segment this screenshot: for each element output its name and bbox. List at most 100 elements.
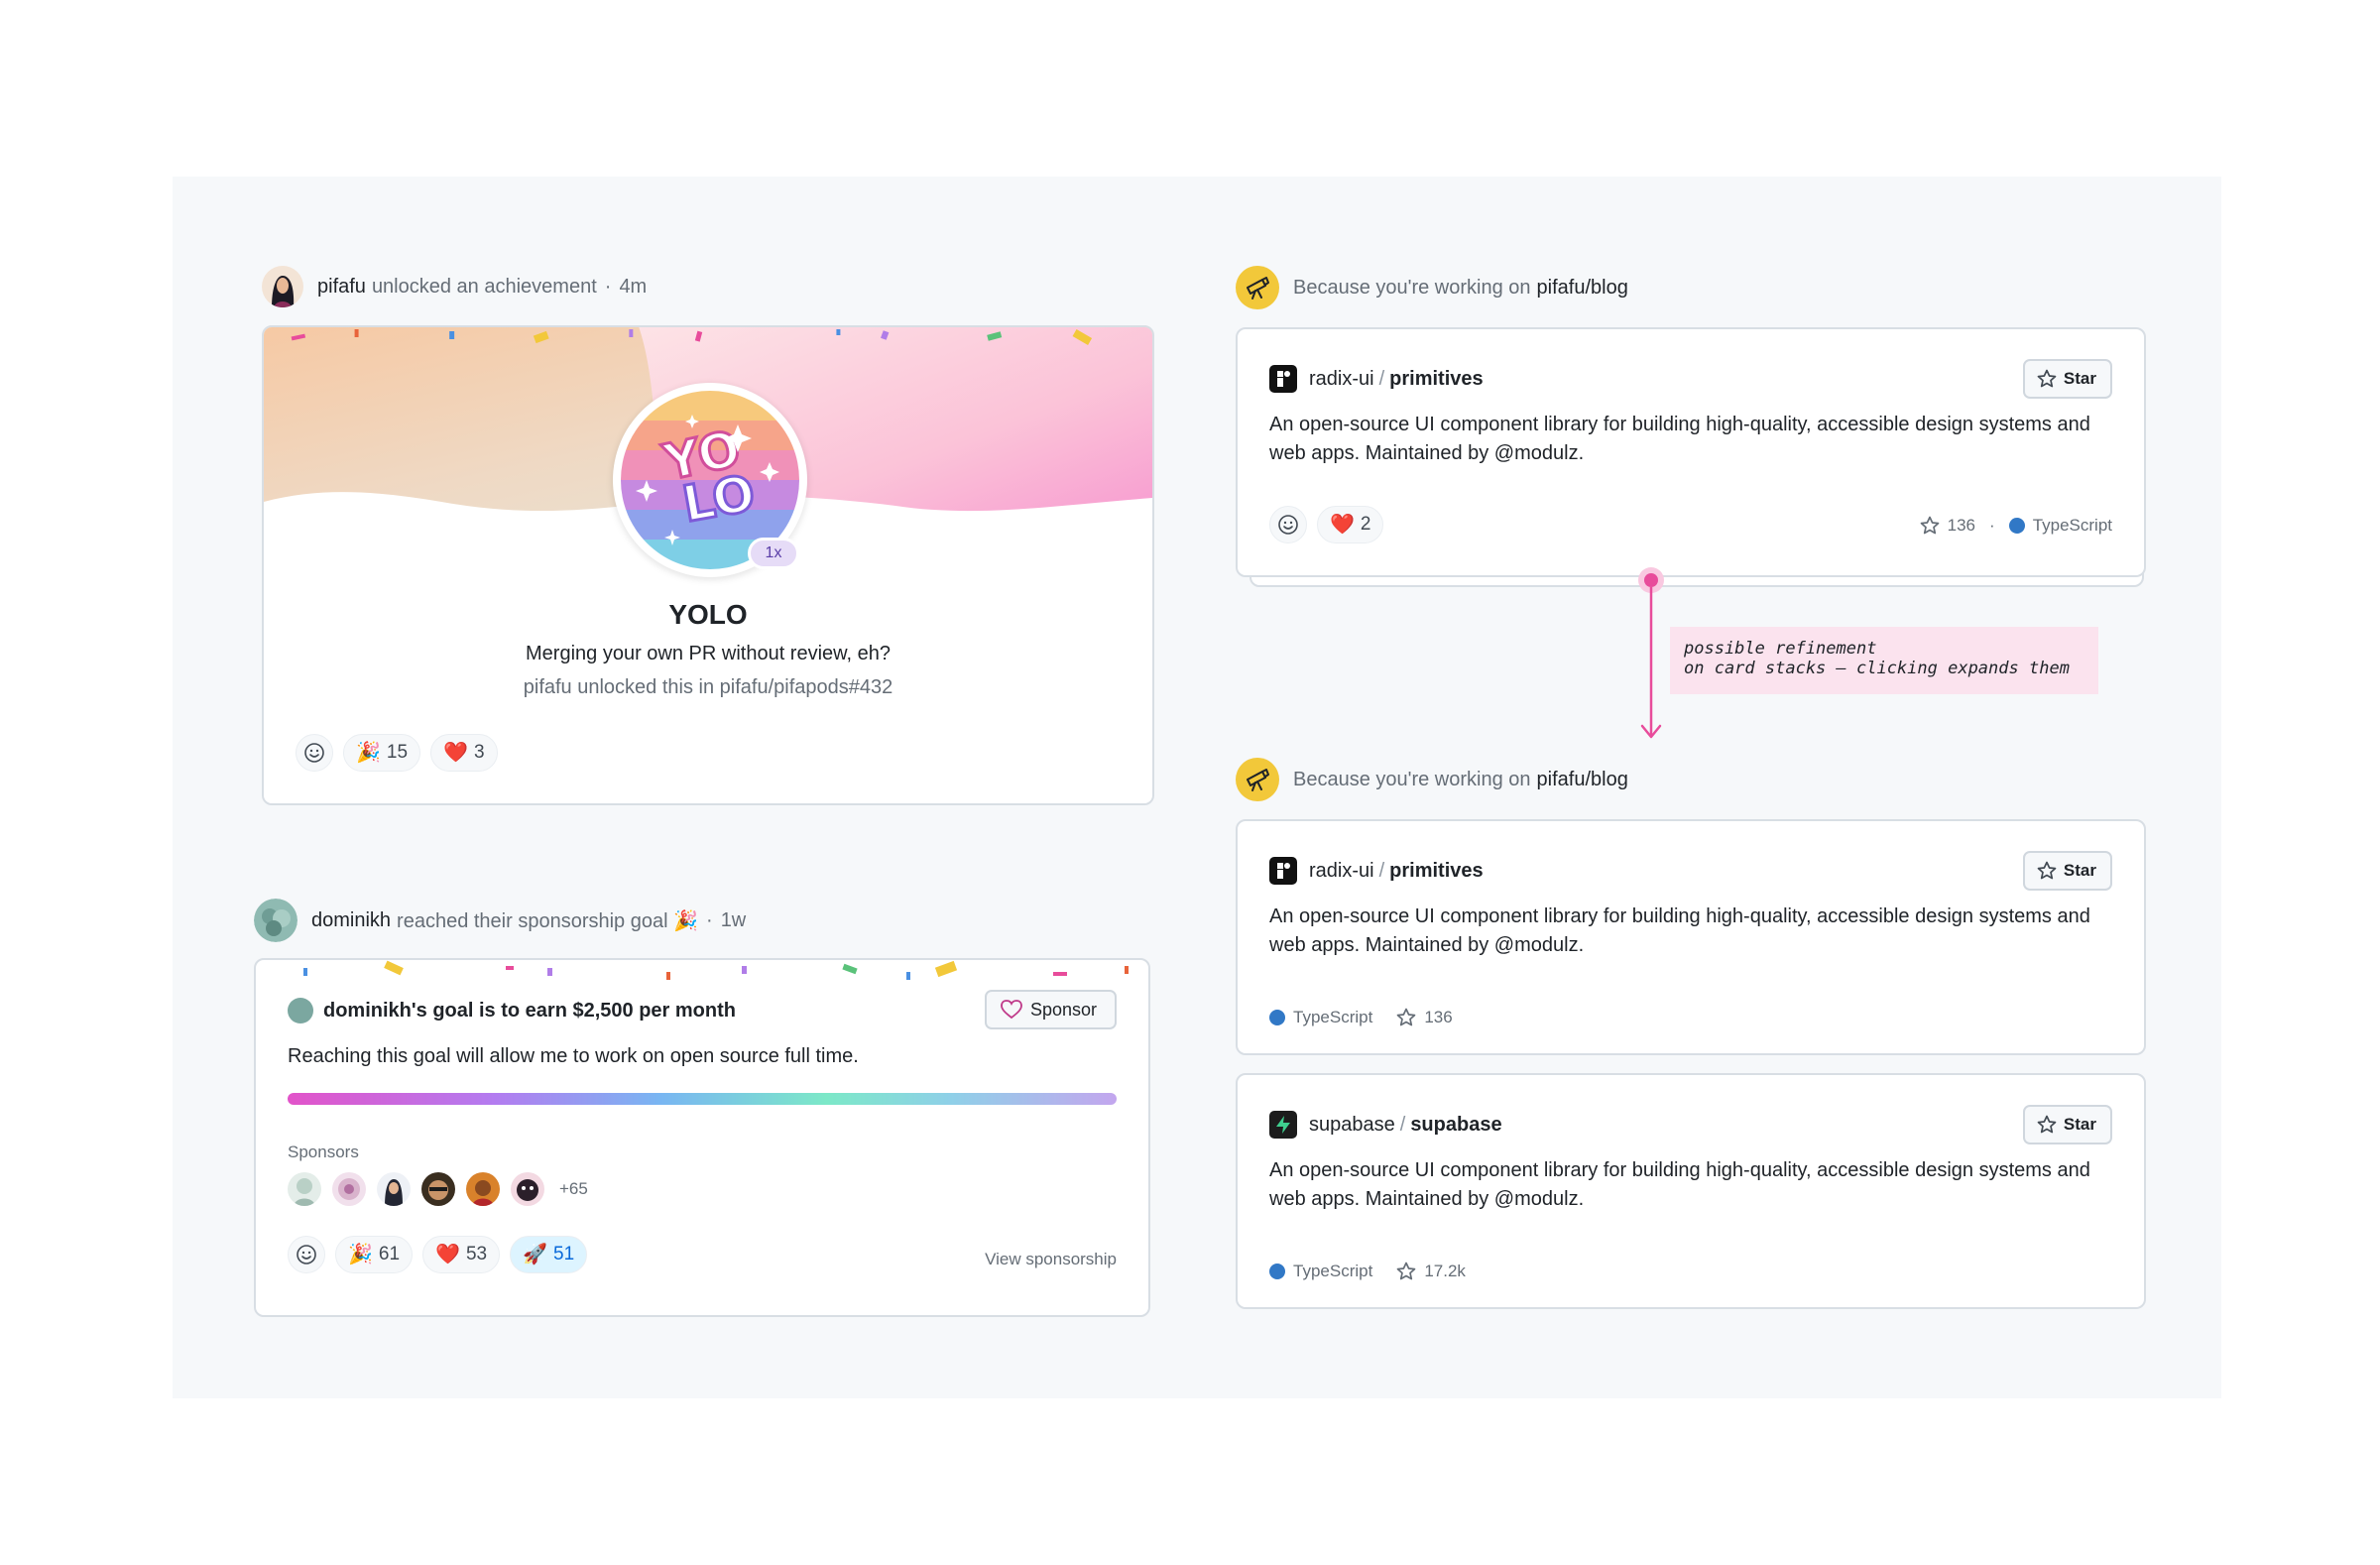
recommendation-prefix: Because you're working on: [1293, 276, 1531, 299]
star-count[interactable]: 136: [1424, 1008, 1452, 1027]
repo-reactions: ❤️ 2: [1269, 506, 1384, 543]
heart-icon: ❤️: [443, 742, 468, 764]
sponsor-avatar[interactable]: [421, 1172, 455, 1206]
achievement-reactions: 🎉 15 ❤️ 3: [296, 734, 498, 772]
repo-description: An open-source UI component library for …: [1269, 1159, 2090, 1210]
star-button[interactable]: Star: [2022, 359, 2112, 399]
star-icon: [2037, 1115, 2057, 1134]
radix-logo-icon: [1269, 857, 1297, 885]
star-button[interactable]: Star: [2022, 851, 2112, 891]
sponsor-user[interactable]: dominikh: [311, 909, 391, 932]
repo-card-radix-2: radix-ui / primitives Star An open-sourc…: [1236, 819, 2146, 1055]
achievement-user[interactable]: pifafu: [317, 276, 366, 299]
sponsor-feed-header: dominikh reached their sponsorship goal …: [254, 899, 746, 942]
recommendation-context-repo[interactable]: pifafu/blog: [1537, 769, 1628, 791]
star-icon: [2037, 369, 2057, 388]
tada-icon: 🎉: [348, 1244, 373, 1265]
add-reaction-button[interactable]: [296, 734, 333, 772]
star-icon: [2037, 861, 2057, 880]
reaction-count: 3: [473, 742, 485, 763]
telescope-icon: [1236, 266, 1279, 309]
reaction-count: 15: [386, 742, 409, 763]
dominikh-avatar[interactable]: [254, 899, 298, 942]
repo-title[interactable]: supabase / supabase: [1269, 1111, 1502, 1139]
sponsor-avatar[interactable]: [511, 1172, 544, 1206]
sponsor-time: 1w: [720, 908, 747, 931]
repo-meta: 136 · TypeScript: [1920, 516, 2112, 536]
goal-progress-bar: [288, 1093, 1117, 1105]
recommendation-context-repo[interactable]: pifafu/blog: [1537, 277, 1628, 300]
sponsor-button[interactable]: Sponsor: [984, 990, 1117, 1029]
smiley-icon: [297, 1245, 316, 1264]
heart-icon: ❤️: [435, 1244, 460, 1265]
add-reaction-button[interactable]: [1269, 506, 1307, 543]
sponsor-reactions: 🎉 61 ❤️ 53 🚀 51: [288, 1236, 588, 1273]
repo-name: primitives: [1389, 859, 1484, 882]
repo-description: An open-source UI component library for …: [1269, 414, 2090, 464]
repo-meta: TypeScript 17.2k: [1269, 1262, 1466, 1281]
reaction-count: 53: [465, 1244, 488, 1264]
star-count[interactable]: 136: [1948, 516, 1975, 536]
telescope-icon: [1236, 758, 1279, 801]
radix-logo-icon: [1269, 365, 1297, 393]
achievement-source[interactable]: pifafu unlocked this in pifafu/pifapods#…: [264, 676, 1152, 699]
repo-title[interactable]: radix-ui / primitives: [1269, 857, 1484, 885]
reaction-heart-button[interactable]: ❤️ 53: [422, 1236, 501, 1273]
smiley-icon: [1278, 515, 1298, 535]
reaction-count: 51: [553, 1244, 575, 1264]
meta-separator: ·: [1989, 516, 1995, 535]
sponsor-avatar[interactable]: [466, 1172, 500, 1206]
repo-owner: radix-ui: [1309, 367, 1374, 390]
add-reaction-button[interactable]: [288, 1236, 325, 1273]
reaction-count: 61: [378, 1244, 401, 1264]
repo-language: TypeScript: [1293, 1008, 1373, 1026]
sponsor-avatar[interactable]: [288, 1172, 321, 1206]
repo-owner: supabase: [1309, 1113, 1395, 1136]
repo-slash: /: [1378, 859, 1385, 882]
sponsor-action: reached their sponsorship goal 🎉: [397, 909, 699, 932]
star-icon: [1396, 1008, 1416, 1026]
repo-title[interactable]: radix-ui / primitives: [1269, 365, 1484, 393]
pifafu-avatar[interactable]: [262, 266, 303, 307]
confetti-decoration: [303, 960, 1129, 980]
repo-slash: /: [1399, 1113, 1406, 1136]
sponsor-card: dominikh's goal is to earn $2,500 per mo…: [254, 958, 1150, 1317]
achievement-card: YO LO 1x YOLO Merging your own PR withou…: [262, 325, 1154, 805]
svg-text:LO: LO: [678, 464, 760, 534]
recommendation-header-2: Because you're working on pifafu/blog: [1236, 758, 1628, 801]
repo-name: supabase: [1410, 1113, 1502, 1136]
achievement-action: unlocked an achievement: [371, 275, 597, 298]
sponsors-more-count[interactable]: +65: [559, 1179, 588, 1199]
goal-text: dominikh's goal is to earn $2,500 per mo…: [323, 999, 736, 1022]
star-button[interactable]: Star: [2022, 1105, 2112, 1144]
reaction-tada-button[interactable]: 🎉 15: [343, 734, 421, 772]
sponsor-avatar[interactable]: [377, 1172, 411, 1206]
star-count[interactable]: 17.2k: [1424, 1262, 1466, 1281]
star-label: Star: [2063, 861, 2096, 880]
repo-card-radix-1: radix-ui / primitives Star An open-sourc…: [1236, 327, 2146, 577]
view-sponsorship-link[interactable]: View sponsorship: [985, 1250, 1117, 1269]
repo-slash: /: [1378, 367, 1385, 390]
design-annotation-note: possible refinement on card stacks — cli…: [1670, 627, 2098, 694]
reaction-heart-button[interactable]: ❤️ 2: [1317, 506, 1384, 543]
typescript-dot: [1269, 1264, 1285, 1279]
rocket-icon: 🚀: [523, 1244, 547, 1265]
recommendation-prefix: Because you're working on: [1293, 768, 1531, 790]
achievement-title: YOLO: [668, 599, 748, 630]
reaction-heart-button[interactable]: ❤️ 3: [430, 734, 498, 772]
reaction-tada-button[interactable]: 🎉 61: [335, 1236, 414, 1273]
achievement-description: Merging your own PR without review, eh?: [526, 643, 891, 664]
heart-outline-icon: [1001, 1000, 1022, 1020]
repo-language: TypeScript: [1293, 1262, 1373, 1280]
typescript-dot: [1269, 1010, 1285, 1025]
repo-meta: TypeScript 136: [1269, 1008, 1453, 1027]
reaction-rocket-button[interactable]: 🚀 51: [510, 1236, 588, 1273]
sponsor-avatar[interactable]: [332, 1172, 366, 1206]
repo-card-supabase: supabase / supabase Star An open-source …: [1236, 1073, 2146, 1309]
goal-heading: dominikh's goal is to earn $2,500 per mo…: [288, 998, 736, 1023]
star-icon: [1396, 1262, 1416, 1280]
separator-dot: ·: [706, 908, 713, 931]
repo-description: An open-source UI component library for …: [1269, 905, 2090, 956]
star-icon: [1920, 516, 1939, 535]
achievement-feed-header: pifafu unlocked an achievement · 4m: [262, 266, 647, 307]
